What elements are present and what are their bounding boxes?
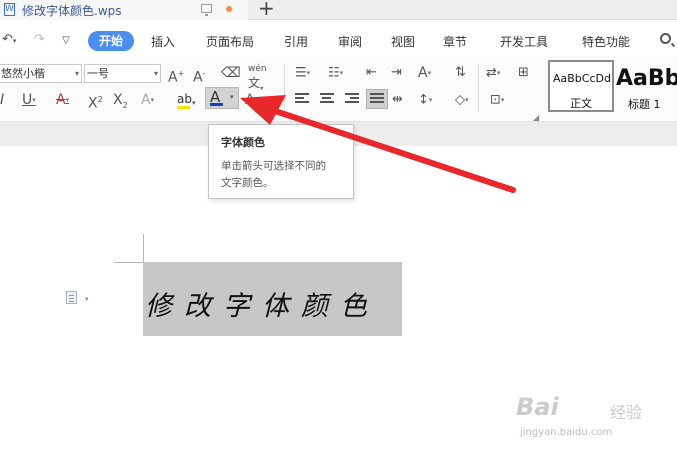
font-name-value: 悠然小楷	[1, 67, 45, 80]
paragraph-icon[interactable]	[66, 291, 77, 304]
selected-document-text[interactable]: 修改字体颜色	[145, 284, 379, 323]
font-color-button[interactable]: A ▾	[205, 87, 239, 109]
line-spacing-icon[interactable]: ↕▾	[418, 91, 432, 110]
style-normal-button[interactable]: AaBbCcDd 正文	[548, 60, 614, 112]
doc-icon: W	[4, 3, 15, 16]
numbered-list-icon[interactable]: ☷▾	[328, 64, 343, 83]
chevron-down-icon[interactable]: ▽	[62, 35, 70, 46]
char-shading-button[interactable]: A	[245, 91, 255, 109]
margin-corner-mark	[143, 234, 144, 262]
show-marks-icon[interactable]: ⇄▾	[486, 64, 500, 83]
chevron-down-icon[interactable]: ▾	[192, 94, 196, 112]
align-center-button[interactable]	[320, 93, 334, 105]
watermark-brand-cn: 经验	[610, 403, 643, 422]
style-heading1-label: 标题 1	[628, 98, 661, 111]
font-color-bar	[210, 103, 223, 106]
grow-font-button[interactable]: A+	[168, 65, 184, 87]
strikethrough-button[interactable]: A▾	[56, 91, 69, 109]
redo-icon[interactable]: ↷	[34, 32, 45, 47]
chevron-down-icon: ▾	[153, 69, 158, 78]
menu-tab-page-layout[interactable]: 页面布局	[206, 33, 254, 50]
search-icon[interactable]	[660, 33, 671, 44]
tooltip-description: 文字颜色。	[221, 177, 274, 189]
sort-icon[interactable]: ⇅	[455, 64, 466, 82]
align-justify-button[interactable]	[366, 89, 388, 109]
new-tab-button[interactable]: +	[258, 0, 275, 19]
menu-tab-references[interactable]: 引用	[284, 33, 308, 50]
watermark-brand: Bai	[516, 393, 559, 421]
table-icon[interactable]: ⊞	[518, 64, 529, 82]
font-color-dropdown-arrow[interactable]: ▾	[230, 93, 234, 101]
menu-tab-insert[interactable]: 插入	[151, 33, 175, 50]
menu-tab-review[interactable]: 审阅	[338, 33, 362, 50]
menu-tab-special-features[interactable]: 特色功能	[582, 33, 630, 50]
underline-button[interactable]: U▾	[22, 91, 36, 109]
pinyin-char: 文	[248, 76, 261, 90]
unsaved-indicator-icon	[226, 6, 232, 12]
style-heading1-button[interactable]: AaBb 标题 1	[616, 60, 677, 112]
shrink-font-button[interactable]: A-	[193, 65, 205, 87]
bullet-list-icon[interactable]: ☰▾	[295, 64, 310, 83]
highlight-icon[interactable]: ab	[177, 92, 192, 106]
increase-indent-icon[interactable]: ⇥	[391, 64, 402, 82]
tooltip-title: 字体颜色	[221, 136, 265, 149]
menu-tab-view[interactable]: 视图	[391, 33, 415, 50]
align-left-button[interactable]	[295, 93, 309, 105]
paragraph-shading-icon[interactable]: ◇▾	[455, 91, 469, 110]
text-effect-button[interactable]: A▾	[141, 91, 154, 109]
ribbon-expand-icon[interactable]: ◢	[533, 113, 539, 122]
title-bar: W 修改字体颜色.wps +	[0, 0, 677, 20]
decrease-indent-icon[interactable]: ⇤	[366, 64, 377, 82]
baidu-watermark: Bai 经验 jingyan.baidu.com	[516, 393, 666, 443]
ribbon-separator	[284, 64, 285, 112]
chevron-down-icon: ▾	[74, 69, 79, 78]
tooltip-description: 单击箭头可选择不同的	[221, 160, 326, 172]
font-name-select[interactable]: 悠然小楷 ▾	[0, 64, 82, 83]
highlight-color-bar	[177, 106, 190, 109]
menu-tab-home[interactable]: 开始	[88, 31, 134, 51]
menu-tab-developer[interactable]: 开发工具	[500, 33, 548, 50]
border-icon[interactable]: ⊡▾	[490, 91, 504, 110]
distribute-align-icon[interactable]: ⇹	[392, 91, 403, 109]
menu-tab-chapter[interactable]: 章节	[443, 33, 467, 50]
font-size-value: 一号	[87, 67, 109, 80]
subscript-button[interactable]: X2	[113, 91, 128, 115]
font-color-tooltip: 字体颜色 单击箭头可选择不同的 文字颜色。	[208, 124, 354, 199]
menu-bar: ↶▾ ↷ ▽ 开始 插入 页面布局 引用 审阅 视图 章节 开发工具 特色功能	[0, 28, 677, 54]
style-normal-preview: AaBbCcDd	[553, 72, 611, 85]
ribbon-separator	[478, 64, 479, 112]
change-case-icon[interactable]: A▾	[418, 64, 431, 82]
watermark-url: jingyan.baidu.com	[520, 427, 613, 438]
chevron-down-icon[interactable]: ▾	[85, 295, 89, 303]
style-normal-label: 正文	[570, 97, 592, 110]
clear-format-eraser-icon[interactable]: ⌫	[221, 64, 241, 82]
pinyin-label: wén	[248, 64, 267, 74]
style-gallery: AaBbCcDd 正文 AaBb 标题 1	[546, 60, 677, 116]
margin-corner-mark	[114, 262, 143, 263]
ribbon-toolbar: 悠然小楷 ▾ 一号 ▾ A+ A- ⌫ wén 文▾ ☰▾ ☷▾ ⇤ ⇥ A▾ …	[0, 56, 677, 122]
document-tab[interactable]: W 修改字体颜色.wps	[0, 0, 248, 20]
document-title: 修改字体颜色.wps	[22, 4, 122, 18]
monitor-icon[interactable]	[201, 4, 212, 16]
style-heading1-preview: AaBb	[616, 66, 677, 91]
font-size-select[interactable]: 一号 ▾	[84, 64, 161, 83]
undo-icon[interactable]: ↶▾	[2, 32, 16, 47]
superscript-button[interactable]: X2	[88, 91, 103, 113]
align-right-button[interactable]	[345, 93, 359, 105]
selected-text-highlight[interactable]: 修改字体颜色	[143, 262, 402, 336]
italic-button[interactable]: I	[0, 91, 4, 109]
